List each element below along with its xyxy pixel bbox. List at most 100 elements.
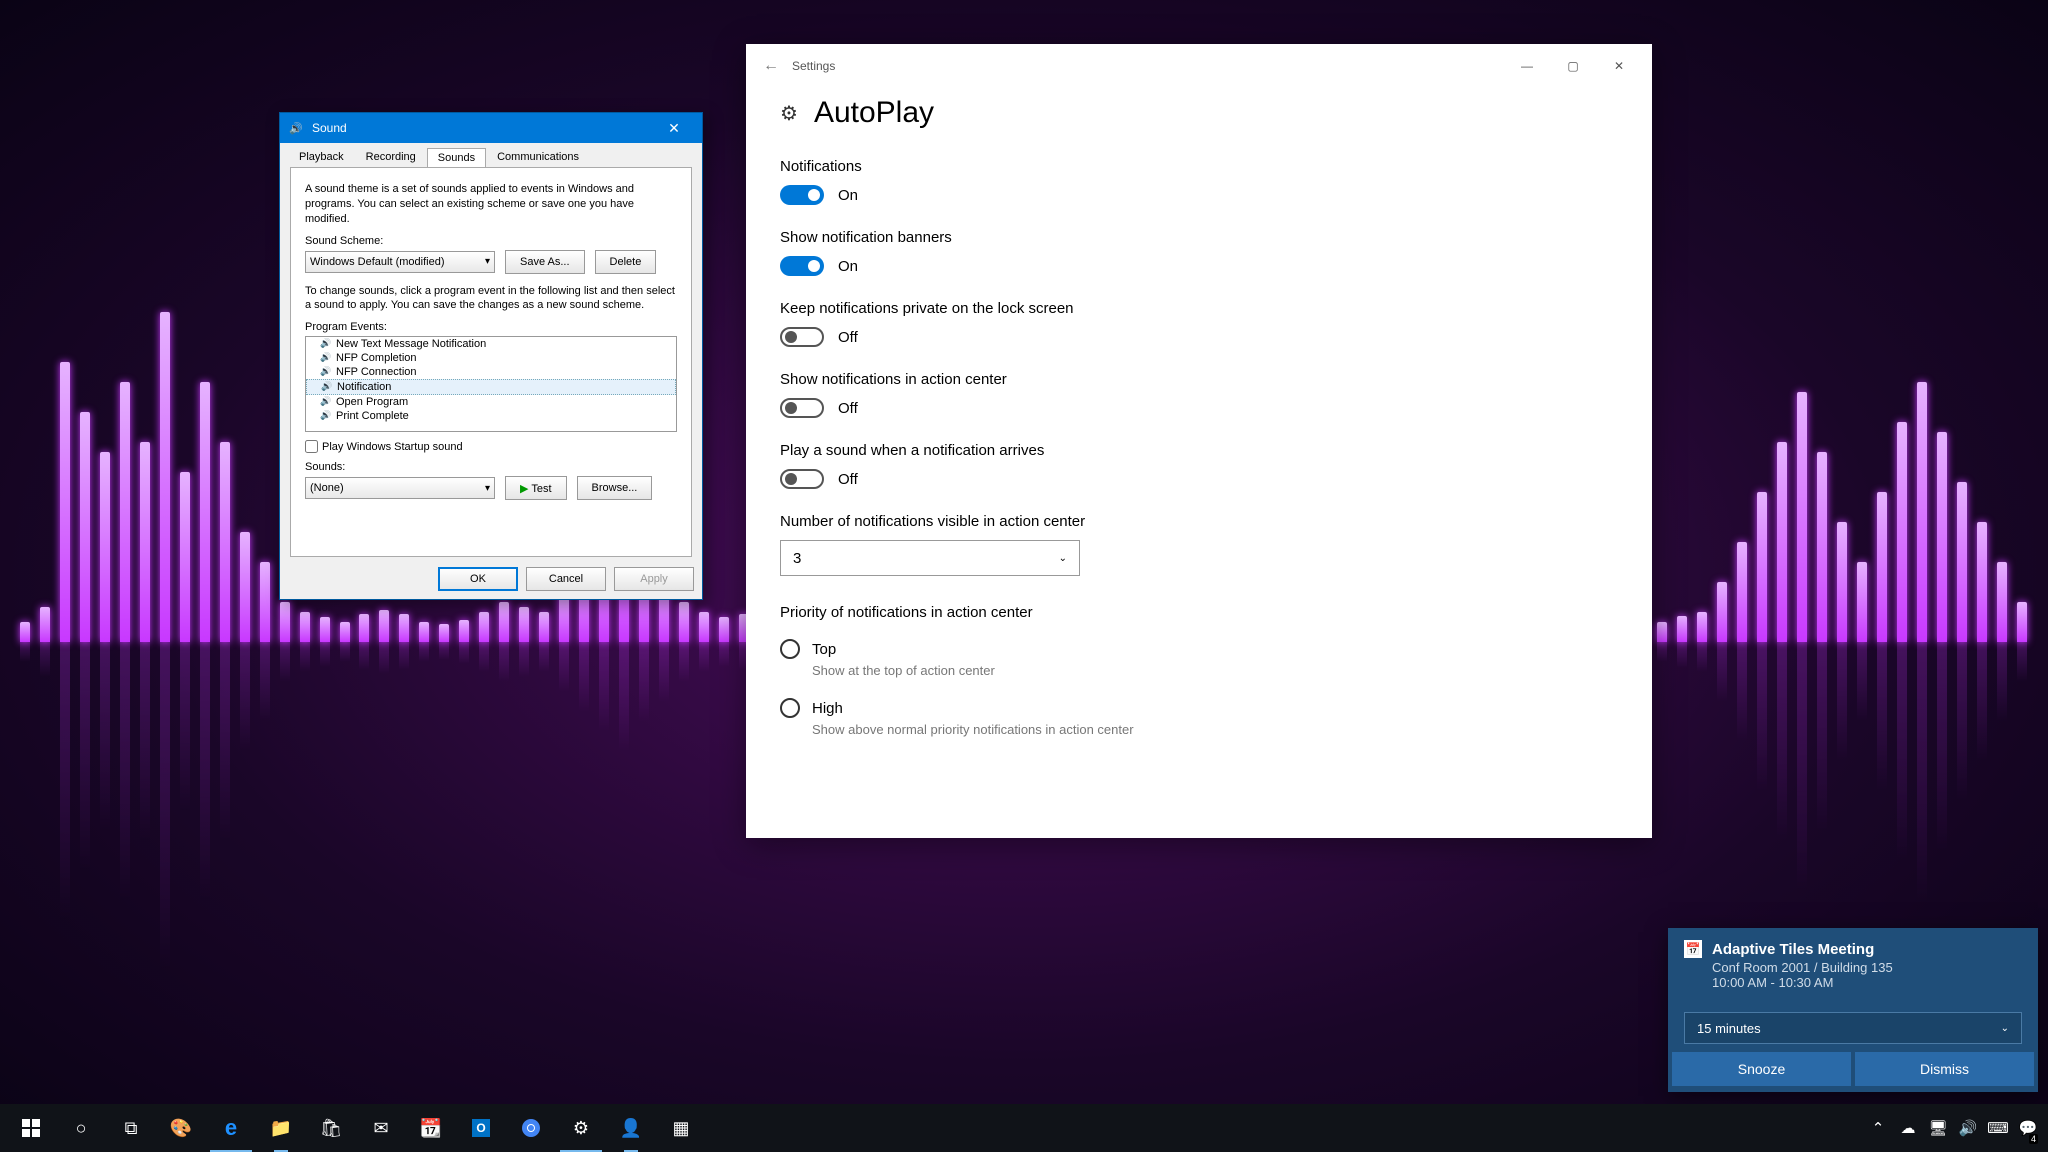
sound-tabs: Playback Recording Sounds Communications	[280, 143, 702, 167]
save-as-button[interactable]: Save As...	[505, 250, 585, 274]
chevron-down-icon: ▾	[485, 483, 490, 494]
start-button[interactable]	[6, 1104, 56, 1152]
settings-titlebar-text: Settings	[792, 59, 835, 73]
sounds-dropdown[interactable]: (None)▾	[305, 477, 495, 499]
tray-chevron-icon[interactable]: ⌃	[1864, 1104, 1892, 1152]
edge-icon[interactable]: e	[206, 1104, 256, 1152]
tab-recording[interactable]: Recording	[355, 147, 427, 167]
store-icon[interactable]: 🛍	[306, 1104, 356, 1152]
explorer-icon[interactable]: 📁	[256, 1104, 306, 1152]
system-tray: ⌃ ☁ 🖥 🔊 ⌨ 💬4	[1864, 1104, 2042, 1152]
chevron-down-icon: ⌄	[1059, 553, 1067, 564]
minimize-icon[interactable]: —	[1504, 44, 1550, 88]
maximize-icon[interactable]: ▢	[1550, 44, 1596, 88]
priority-radio-high[interactable]	[780, 698, 800, 718]
apply-button[interactable]: Apply	[614, 567, 694, 591]
chevron-down-icon: ▾	[485, 256, 490, 267]
notification-count-dropdown[interactable]: 3⌄	[780, 540, 1080, 576]
toggle-state: Off	[838, 400, 858, 417]
test-button[interactable]: ▶ Test	[505, 476, 567, 500]
network-icon[interactable]: 🖥	[1924, 1104, 1952, 1152]
banners-toggle[interactable]	[780, 256, 824, 276]
task-view-icon[interactable]: ⧉	[106, 1104, 156, 1152]
radio-desc: Show at the top of action center	[812, 663, 1618, 678]
radio-label: High	[812, 700, 843, 717]
action-center-icon[interactable]: 💬4	[2014, 1104, 2042, 1152]
close-icon[interactable]: ✕	[1596, 44, 1642, 88]
sound-toggle[interactable]	[780, 469, 824, 489]
notifications-toggle[interactable]	[780, 185, 824, 205]
toggle-state: Off	[838, 471, 858, 488]
snooze-button[interactable]: Snooze	[1672, 1052, 1851, 1086]
settings-body: ⚙ AutoPlay Notifications On Show notific…	[746, 88, 1652, 777]
priority-radio-top[interactable]	[780, 639, 800, 659]
priority-label: Priority of notifications in action cent…	[780, 604, 1618, 621]
toggle-title-4: Play a sound when a notification arrives	[780, 442, 1618, 459]
event-item[interactable]: Open Program	[306, 395, 676, 409]
toggle-title-2: Keep notifications private on the lock s…	[780, 300, 1618, 317]
tab-playback[interactable]: Playback	[288, 147, 355, 167]
event-item[interactable]: Print Complete	[306, 409, 676, 423]
settings-taskbar-icon[interactable]: ⚙	[556, 1104, 606, 1152]
program-events-list[interactable]: New Text Message Notification NFP Comple…	[305, 336, 677, 432]
event-item[interactable]: New Text Message Notification	[306, 337, 676, 351]
sound-titlebar[interactable]: 🔊 Sound ✕	[280, 113, 702, 143]
apps-icon[interactable]: ▦	[656, 1104, 706, 1152]
mail-icon[interactable]: ✉	[356, 1104, 406, 1152]
ok-button[interactable]: OK	[438, 567, 518, 591]
outlook-icon[interactable]: O	[456, 1104, 506, 1152]
event-item[interactable]: NFP Completion	[306, 351, 676, 365]
delete-button[interactable]: Delete	[595, 250, 657, 274]
startup-sound-checkbox[interactable]	[305, 440, 318, 453]
toggle-state: On	[838, 258, 858, 275]
toggle-state: Off	[838, 329, 858, 346]
toggle-title-0: Notifications	[780, 158, 1618, 175]
calendar-icon[interactable]: 📆	[406, 1104, 456, 1152]
toggle-title-3: Show notifications in action center	[780, 371, 1618, 388]
browse-button[interactable]: Browse...	[577, 476, 653, 500]
lockscreen-toggle[interactable]	[780, 327, 824, 347]
scheme-label: Sound Scheme:	[305, 235, 677, 247]
sound-footer: OK Cancel Apply	[438, 567, 694, 591]
close-icon[interactable]: ✕	[654, 120, 694, 137]
toggle-title-1: Show notification banners	[780, 229, 1618, 246]
volume-icon[interactable]: 🔊	[1954, 1104, 1982, 1152]
tab-sounds[interactable]: Sounds	[427, 148, 486, 168]
toast-time: 10:00 AM - 10:30 AM	[1712, 975, 2022, 990]
sound-description: A sound theme is a set of sounds applied…	[305, 182, 677, 227]
notification-toast: 📅 Adaptive Tiles Meeting Conf Room 2001 …	[1668, 928, 2038, 1092]
radio-label: Top	[812, 641, 836, 658]
cancel-button[interactable]: Cancel	[526, 567, 606, 591]
event-item-selected[interactable]: Notification	[306, 379, 676, 395]
page-title: AutoPlay	[814, 96, 934, 130]
keyboard-icon[interactable]: ⌨	[1984, 1104, 2012, 1152]
onedrive-icon[interactable]: ☁	[1894, 1104, 1922, 1152]
sound-title: Sound	[312, 121, 654, 135]
event-item[interactable]: NFP Connection	[306, 365, 676, 379]
chevron-down-icon: ⌄	[2001, 1023, 2009, 1034]
change-description: To change sounds, click a program event …	[305, 284, 677, 314]
taskbar: ○ ⧉ 🎨 e 📁 🛍 ✉ 📆 O ⚙ 👤 ▦ ⌃ ☁ 🖥 🔊 ⌨ 💬4	[0, 1104, 2048, 1152]
fingerprint-icon[interactable]: 👤	[606, 1104, 656, 1152]
toast-title: Adaptive Tiles Meeting	[1712, 941, 1874, 958]
speaker-icon: 🔊	[288, 120, 304, 136]
count-label: Number of notifications visible in actio…	[780, 513, 1618, 530]
scheme-dropdown[interactable]: Windows Default (modified)▾	[305, 251, 495, 273]
back-icon[interactable]: ←	[756, 57, 786, 75]
toggle-state: On	[838, 187, 858, 204]
startup-sound-label: Play Windows Startup sound	[322, 441, 463, 453]
settings-heading: ⚙ AutoPlay	[780, 96, 1618, 130]
snooze-duration-dropdown[interactable]: 15 minutes⌄	[1684, 1012, 2022, 1044]
chrome-icon[interactable]	[506, 1104, 556, 1152]
tab-communications[interactable]: Communications	[486, 147, 590, 167]
dismiss-button[interactable]: Dismiss	[1855, 1052, 2034, 1086]
cortana-icon[interactable]: ○	[56, 1104, 106, 1152]
settings-window: ← Settings — ▢ ✕ ⚙ AutoPlay Notification…	[746, 44, 1652, 838]
settings-titlebar[interactable]: ← Settings — ▢ ✕	[746, 44, 1652, 88]
sound-body: A sound theme is a set of sounds applied…	[290, 167, 692, 557]
sound-dialog: 🔊 Sound ✕ Playback Recording Sounds Comm…	[279, 112, 703, 600]
paint-icon[interactable]: 🎨	[156, 1104, 206, 1152]
radio-desc: Show above normal priority notifications…	[812, 722, 1618, 737]
calendar-icon: 📅	[1684, 940, 1702, 958]
actioncenter-toggle[interactable]	[780, 398, 824, 418]
